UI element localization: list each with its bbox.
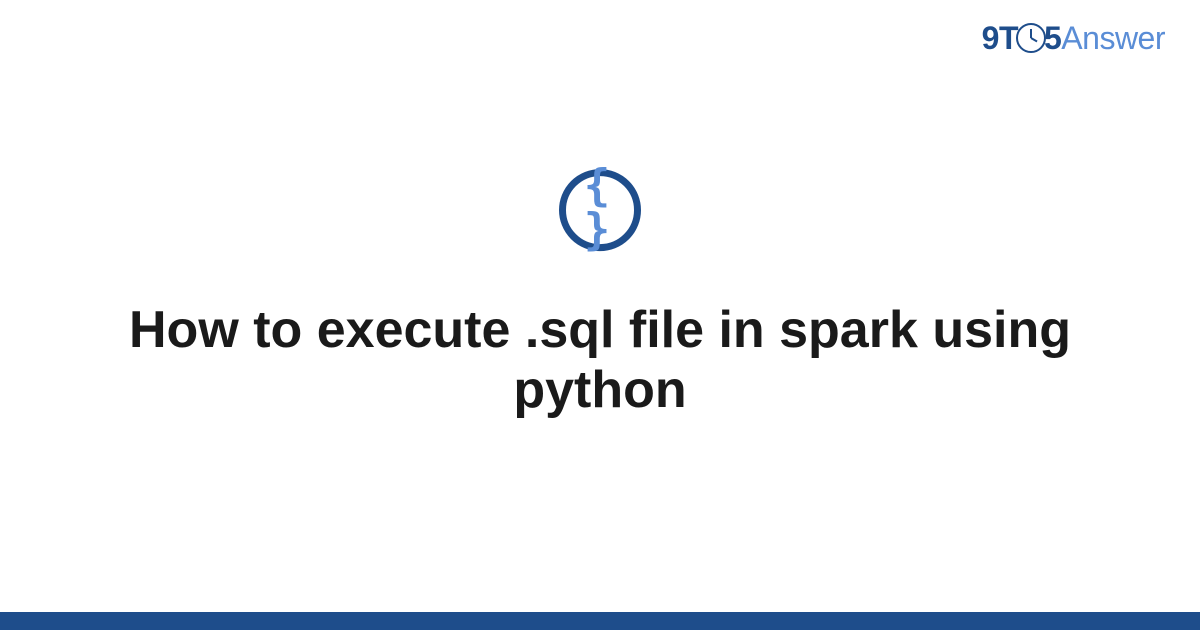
clock-icon [1016, 23, 1046, 53]
site-logo: 9T 5Answer [982, 20, 1165, 57]
logo-prefix: 9T [982, 20, 1018, 56]
logo-digit: 5 [1044, 20, 1061, 56]
main-content: { } How to execute .sql file in spark us… [0, 169, 1200, 421]
code-braces-icon: { } [559, 169, 641, 251]
braces-symbol: { } [566, 164, 634, 252]
bottom-accent-bar [0, 612, 1200, 630]
page-title: How to execute .sql file in spark using … [0, 301, 1200, 421]
logo-suffix: Answer [1061, 20, 1165, 56]
